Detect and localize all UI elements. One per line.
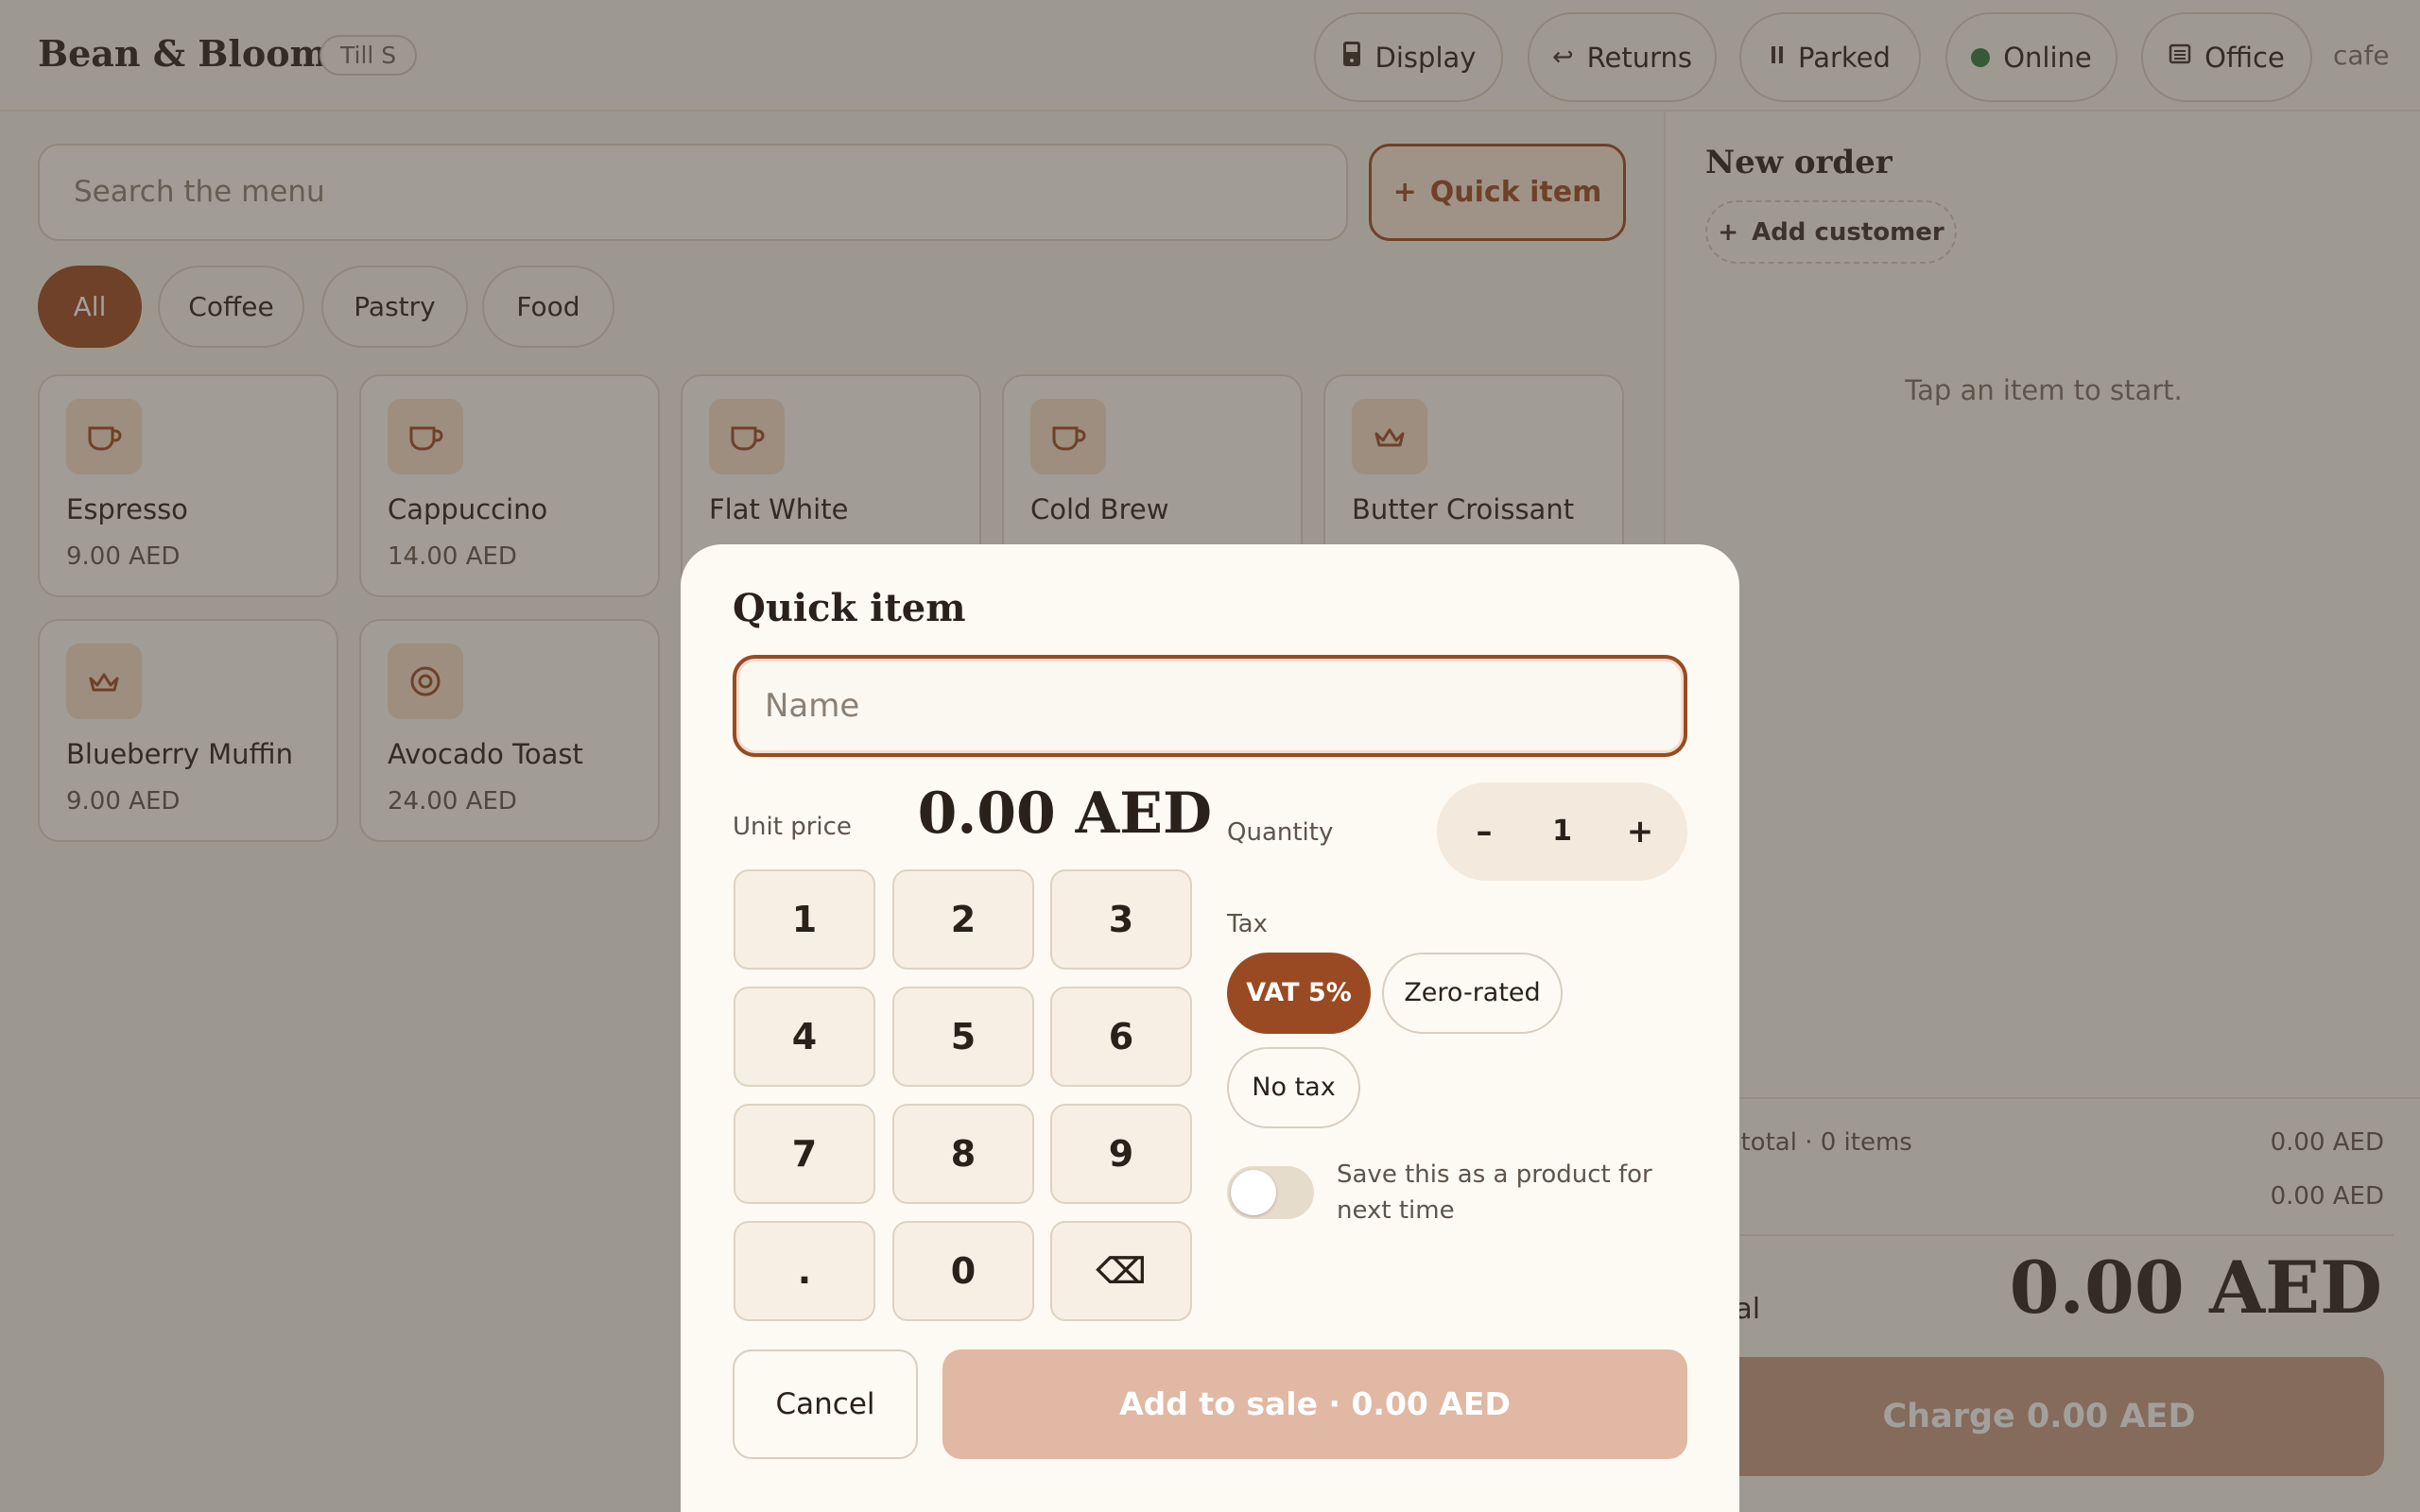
- quantity-label: Quantity: [1227, 818, 1334, 847]
- toggle-knob: [1231, 1170, 1276, 1215]
- keypad-4[interactable]: 4: [734, 987, 875, 1087]
- quick-item-dialog: Quick item Name Unit price 0.00 AED 1 2 …: [681, 544, 1739, 1512]
- quantity-stepper: – 1 +: [1437, 782, 1687, 881]
- item-name-input[interactable]: Name: [733, 655, 1687, 757]
- keypad-6[interactable]: 6: [1050, 987, 1192, 1087]
- cancel-button[interactable]: Cancel: [733, 1349, 918, 1459]
- quantity-value: 1: [1552, 815, 1572, 848]
- decrease-quantity-button[interactable]: –: [1446, 782, 1522, 881]
- keypad-backspace-icon[interactable]: ⌫: [1050, 1221, 1192, 1321]
- dialog-title: Quick item: [733, 586, 966, 630]
- add-to-sale-button[interactable]: Add to sale · 0.00 AED: [942, 1349, 1687, 1459]
- keypad-9[interactable]: 9: [1050, 1104, 1192, 1204]
- save-product-label: Save this as a product for next time: [1337, 1160, 1652, 1225]
- keypad-1[interactable]: 1: [734, 869, 875, 970]
- unit-price-display: 0.00 AED: [917, 781, 1212, 847]
- save-product-toggle[interactable]: [1227, 1166, 1314, 1219]
- tax-label: Tax: [1227, 910, 1268, 938]
- keypad-3[interactable]: 3: [1050, 869, 1192, 970]
- keypad-decimal[interactable]: .: [734, 1221, 875, 1321]
- keypad-5[interactable]: 5: [892, 987, 1034, 1087]
- keypad-8[interactable]: 8: [892, 1104, 1034, 1204]
- increase-quantity-button[interactable]: +: [1602, 782, 1678, 881]
- tax-option-no-tax[interactable]: No tax: [1227, 1047, 1360, 1128]
- keypad-2[interactable]: 2: [892, 869, 1034, 970]
- tax-option-vat[interactable]: VAT 5%: [1227, 953, 1371, 1034]
- tax-option-zero-rated[interactable]: Zero-rated: [1382, 953, 1563, 1034]
- keypad-0[interactable]: 0: [892, 1221, 1034, 1321]
- unit-price-label: Unit price: [733, 813, 852, 841]
- keypad-7[interactable]: 7: [734, 1104, 875, 1204]
